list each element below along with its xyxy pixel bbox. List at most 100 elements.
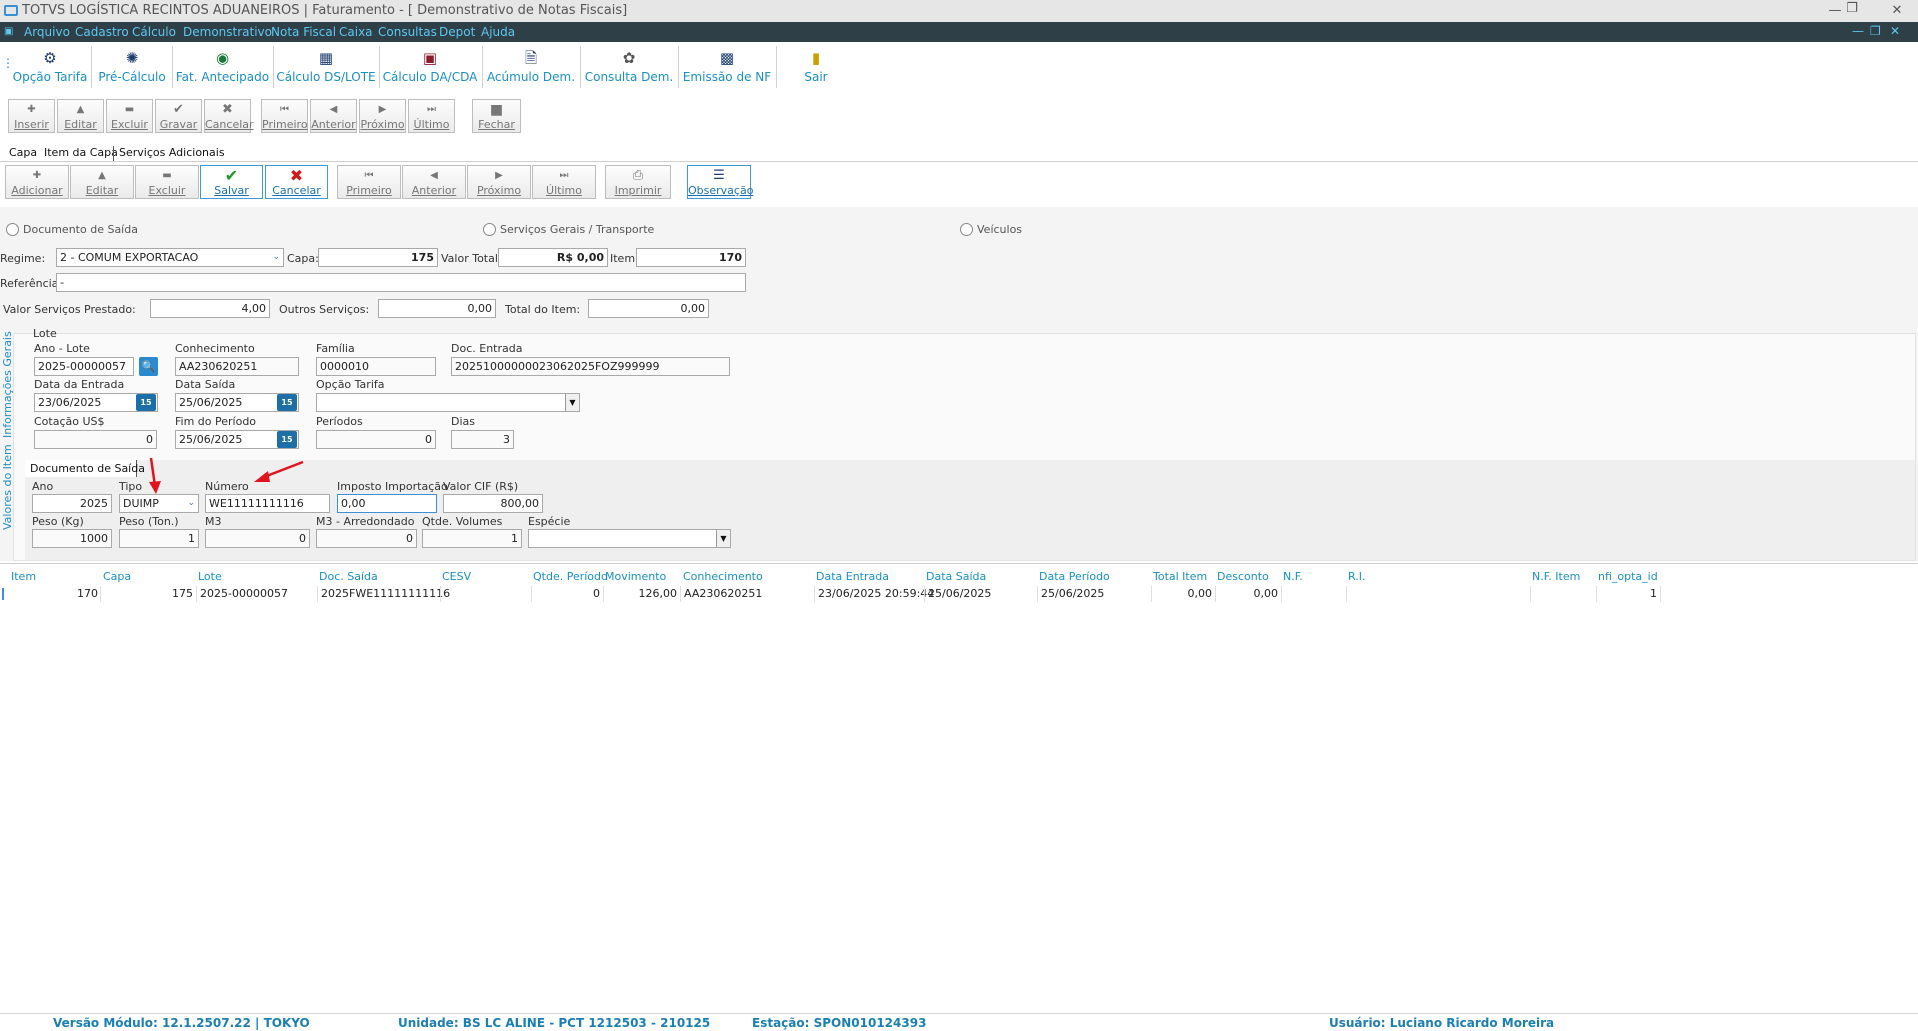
radio-servicos-gerais[interactable] xyxy=(483,223,496,236)
mdi-restore-icon[interactable]: ❐ xyxy=(1870,24,1881,38)
adicionar-button[interactable]: ✚ Adicionar xyxy=(5,165,69,199)
menu-arquivo[interactable]: Arquivo xyxy=(24,25,70,39)
col-data-saida[interactable]: Data Saída xyxy=(926,570,986,583)
referencia-field[interactable]: - xyxy=(56,273,746,292)
col-total-item[interactable]: Total Item xyxy=(1153,570,1207,583)
proximo-button[interactable]: ▶ Próximo xyxy=(359,99,406,133)
valor-total-field[interactable]: R$ 0,00 xyxy=(498,248,608,267)
cotacao-field[interactable]: 0 xyxy=(34,430,157,449)
tab-capa[interactable]: Capa xyxy=(9,146,37,159)
calculo-da-cda-button[interactable]: ▣ Cálculo DA/CDA xyxy=(382,48,478,88)
sair-button[interactable]: ▮ Sair xyxy=(792,48,840,88)
consulta-dem-button[interactable]: ✿ Consulta Dem. xyxy=(584,48,674,88)
especie-select[interactable]: ▼ xyxy=(528,529,731,548)
total-item-field[interactable]: 0,00 xyxy=(588,299,709,318)
menu-consultas[interactable]: Consultas xyxy=(378,25,437,39)
close-icon[interactable]: ✕ xyxy=(1884,2,1910,20)
radio-veiculos[interactable] xyxy=(960,223,973,236)
col-lote[interactable]: Lote xyxy=(198,570,222,583)
calculo-ds-lote-button[interactable]: ▦ Cálculo DS/LOTE xyxy=(276,48,376,88)
periodos-field[interactable]: 0 xyxy=(316,430,436,449)
gravar-button[interactable]: ✔ Gravar xyxy=(155,99,202,133)
imprimir-button[interactable]: ⎙ Imprimir xyxy=(605,165,671,199)
calendar-icon[interactable]: 15 xyxy=(277,394,297,411)
radio-documento-saida[interactable] xyxy=(6,223,19,236)
doc-saida-tab[interactable]: Documento de Saída xyxy=(25,460,145,477)
data-saida-field[interactable]: 25/06/2025 15 xyxy=(175,393,299,412)
search-icon[interactable]: 🔍 xyxy=(139,357,158,376)
col-nf[interactable]: N.F. xyxy=(1283,570,1303,583)
imposto-importacao-field[interactable]: 0,00 xyxy=(337,494,437,513)
tab-item-da-capa[interactable]: Item da Capa xyxy=(44,146,118,159)
primeiro-button[interactable]: ⏮ Primeiro xyxy=(261,99,308,133)
col-nf-item[interactable]: N.F. Item xyxy=(1532,570,1580,583)
capa-field[interactable]: 175 xyxy=(318,248,438,267)
tab-servicos-adicionais[interactable]: Serviços Adicionais xyxy=(119,146,225,159)
dias-field[interactable]: 3 xyxy=(451,430,514,449)
proximo-item-button[interactable]: ▶ Próximo xyxy=(467,165,531,199)
col-qtde-periodo[interactable]: Qtde. Período xyxy=(533,570,608,583)
primeiro-item-button[interactable]: ⏮ Primeiro xyxy=(337,165,401,199)
familia-field[interactable]: 0000010 xyxy=(316,357,436,376)
acumulo-dem-button[interactable]: 🗎 Acúmulo Dem. xyxy=(486,48,576,88)
col-cesv[interactable]: CESV xyxy=(442,570,471,583)
mdi-close-icon[interactable]: ✕ xyxy=(1890,24,1900,38)
pre-calculo-button[interactable]: ✺ Pré-Cálculo xyxy=(95,48,169,88)
m3-arredondado-field[interactable]: 0 xyxy=(316,529,417,548)
opcao-tarifa-select[interactable]: ▼ xyxy=(316,393,580,412)
conhecimento-field[interactable]: AA230620251 xyxy=(175,357,299,376)
ultimo-item-button[interactable]: ⏭ Último xyxy=(532,165,596,199)
col-movimento[interactable]: Movimento xyxy=(605,570,666,583)
ano-lote-field[interactable]: 2025-00000057 xyxy=(34,357,134,376)
col-conhecimento[interactable]: Conhecimento xyxy=(683,570,763,583)
anterior-item-button[interactable]: ◀ Anterior xyxy=(402,165,466,199)
col-capa[interactable]: Capa xyxy=(103,570,131,583)
salvar-button[interactable]: ✔ Salvar xyxy=(200,165,263,199)
cancelar-item-button[interactable]: ✖ Cancelar xyxy=(265,165,328,199)
menu-ajuda[interactable]: Ajuda xyxy=(481,25,515,39)
emissao-nf-button[interactable]: ▩ Emissão de NF xyxy=(682,48,772,88)
doc-entrada-field[interactable]: 20251000000023062025FOZ999999 xyxy=(451,357,730,376)
data-entrada-field[interactable]: 23/06/2025 15 xyxy=(34,393,158,412)
cancelar-button[interactable]: ✖ Cancelar xyxy=(204,99,254,133)
menu-nota-fiscal[interactable]: Nota Fiscal xyxy=(271,25,336,39)
m3-field[interactable]: 0 xyxy=(205,529,310,548)
inserir-button[interactable]: ✚ Inserir xyxy=(8,99,55,133)
col-item[interactable]: Item xyxy=(11,570,36,583)
editar-button[interactable]: ▲ Editar xyxy=(57,99,104,133)
anterior-button[interactable]: ◀ Anterior xyxy=(310,99,357,133)
opcao-tarifa-button[interactable]: ⚙ Opção Tarifa xyxy=(12,48,88,88)
menu-caixa[interactable]: Caixa xyxy=(339,25,373,39)
editar-item-button[interactable]: ▲ Editar xyxy=(70,165,134,199)
col-desconto[interactable]: Desconto xyxy=(1217,570,1269,583)
fat-antecipado-button[interactable]: ◉ Fat. Antecipado xyxy=(175,48,270,88)
valor-servicos-field[interactable]: 4,00 xyxy=(150,299,270,318)
menu-calculo[interactable]: Cálculo xyxy=(132,25,176,39)
valor-cif-field[interactable]: 800,00 xyxy=(443,494,543,513)
restore-icon[interactable]: ❐ xyxy=(1839,0,1865,18)
item-field[interactable]: 170 xyxy=(636,248,746,267)
excluir-button[interactable]: ▬ Excluir xyxy=(106,99,153,133)
peso-ton-field[interactable]: 1 xyxy=(119,529,199,548)
qtde-volumes-field[interactable]: 1 xyxy=(422,529,522,548)
col-doc-saida[interactable]: Doc. Saída xyxy=(319,570,378,583)
fechar-button[interactable]: ■ Fechar xyxy=(472,99,521,133)
regime-select[interactable]: 2 - COMUM EXPORTACAO ⌄ xyxy=(56,248,284,267)
col-ri[interactable]: R.I. xyxy=(1348,570,1366,583)
numero-field[interactable]: WE11111111116 xyxy=(205,494,330,513)
ultimo-button[interactable]: ⏭ Último xyxy=(408,99,455,133)
peso-kg-field[interactable]: 1000 xyxy=(32,529,112,548)
menu-app-icon[interactable]: ▣ xyxy=(4,26,13,37)
outros-servicos-field[interactable]: 0,00 xyxy=(378,299,496,318)
side-tab-informacoes-gerais[interactable]: Informações Gerais xyxy=(1,330,14,438)
calendar-icon[interactable]: 15 xyxy=(136,394,156,411)
menu-demonstrativo[interactable]: Demonstrativo xyxy=(183,25,272,39)
ano-field[interactable]: 2025 xyxy=(32,494,112,513)
tipo-select[interactable]: DUIMP ⌄ xyxy=(119,494,199,513)
excluir-item-button[interactable]: ▬ Excluir xyxy=(135,165,199,199)
col-data-entrada[interactable]: Data Entrada xyxy=(816,570,889,583)
observacao-button[interactable]: ☰ Observação xyxy=(687,165,753,199)
col-nfi-opta-id[interactable]: nfi_opta_id xyxy=(1598,570,1658,583)
menu-depot[interactable]: Depot xyxy=(439,25,475,39)
mdi-minimize-icon[interactable]: — xyxy=(1852,24,1864,38)
